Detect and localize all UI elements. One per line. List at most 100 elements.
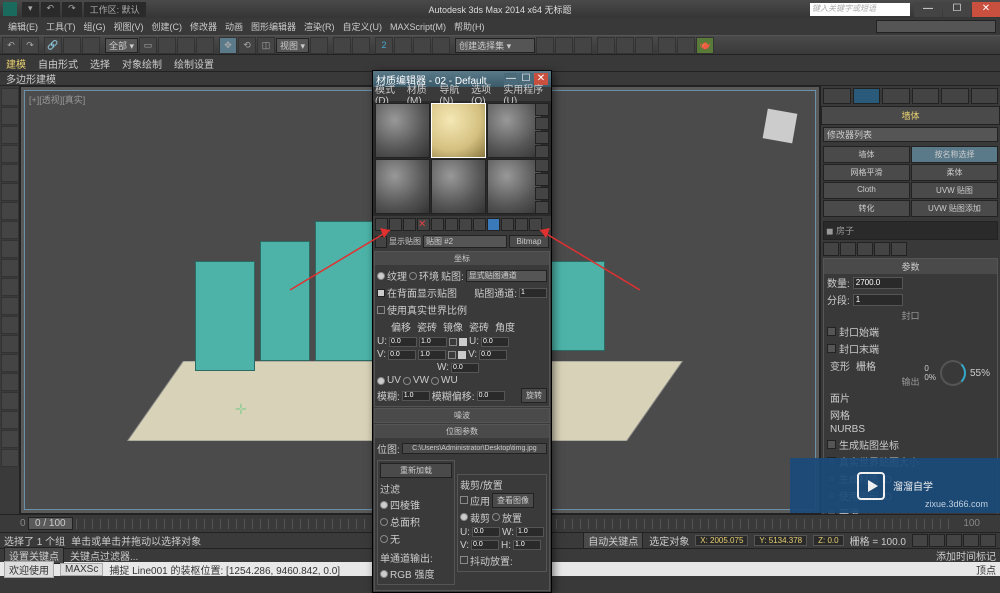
go-forward-icon[interactable] [529, 218, 542, 231]
pin-icon[interactable] [823, 242, 839, 256]
keyboard-icon[interactable] [352, 37, 370, 54]
none-radio[interactable] [380, 535, 388, 543]
tab-freeform[interactable]: 自由形式 [38, 56, 78, 71]
help-search[interactable]: 键入关键字或短语 [810, 3, 910, 16]
x-coord[interactable]: X: 2005.075 [695, 535, 748, 546]
next-frame-icon[interactable] [963, 534, 979, 547]
goto-end-icon[interactable] [980, 534, 996, 547]
sample-tool-icon[interactable] [535, 201, 549, 214]
rotate-button[interactable]: 旋转 [521, 388, 547, 403]
rgb-radio[interactable] [380, 570, 388, 578]
tool-icon[interactable] [1, 297, 19, 315]
cap-end-check[interactable] [827, 344, 836, 353]
apply-check[interactable] [460, 496, 468, 504]
menu-help[interactable]: 帮助(H) [450, 20, 489, 33]
place-radio[interactable] [492, 513, 500, 521]
sample-tool-icon[interactable] [535, 159, 549, 172]
sample-slot[interactable] [375, 103, 430, 158]
put-library-icon[interactable] [459, 218, 472, 231]
tab-paint[interactable]: 对象绘制 [122, 56, 162, 71]
sample-slot[interactable] [431, 159, 486, 214]
sample-tool-icon[interactable] [535, 117, 549, 130]
tool-icon[interactable] [1, 411, 19, 429]
v-angle[interactable]: 0.0 [479, 350, 507, 360]
maxscript-tab[interactable]: MAXSc [60, 563, 103, 576]
sample-tool-icon[interactable] [535, 103, 549, 116]
frame-indicator[interactable]: 0 / 100 [28, 517, 73, 530]
menu-create[interactable]: 创建(C) [148, 20, 187, 33]
remove-icon[interactable] [874, 242, 890, 256]
z-coord[interactable]: Z: 0.0 [813, 535, 843, 546]
material-id-icon[interactable] [473, 218, 486, 231]
workspace-combo[interactable]: 工作区: 默认 [84, 2, 146, 17]
menu-custom[interactable]: 自定义(U) [339, 20, 387, 33]
object-name[interactable]: 墙体 [821, 106, 1000, 125]
tool-icon[interactable] [1, 221, 19, 239]
snap-percent-icon[interactable] [413, 37, 431, 54]
texture-radio[interactable] [377, 272, 385, 280]
undo-icon[interactable]: ↶ [2, 37, 20, 54]
menu-edit[interactable]: 编辑(E) [4, 20, 42, 33]
mapchannel-spinner[interactable]: 1 [519, 288, 547, 298]
menu-maxscript[interactable]: MAXScript(M) [386, 22, 450, 32]
menu-group[interactable]: 组(G) [80, 20, 110, 33]
close-button[interactable]: ✕ [972, 2, 1000, 17]
window-crossing-icon[interactable] [196, 37, 214, 54]
manip-icon[interactable] [333, 37, 351, 54]
menu-modifiers[interactable]: 修改器 [186, 20, 221, 33]
mod-btn[interactable]: 墙体 [823, 146, 910, 163]
bluroff-spinner[interactable]: 0.0 [477, 391, 505, 401]
spinner-snap-icon[interactable] [432, 37, 450, 54]
crop-u[interactable]: 0.0 [472, 527, 500, 537]
rollout-header[interactable]: 位图参数 [375, 425, 549, 438]
selected-filter[interactable]: 选定对象 [649, 533, 689, 548]
tab-paint-settings[interactable]: 绘制设置 [174, 56, 214, 71]
reset-icon[interactable]: ✕ [417, 218, 430, 231]
mod-btn[interactable]: Cloth [823, 182, 910, 199]
reload-button[interactable]: 重新加载 [380, 463, 452, 478]
tool-icon[interactable] [1, 240, 19, 258]
display-tab-icon[interactable] [941, 88, 969, 104]
snap-angle-icon[interactable] [394, 37, 412, 54]
select-name-icon[interactable] [158, 37, 176, 54]
sample-slot[interactable] [487, 159, 542, 214]
gen-coords-check[interactable] [827, 440, 836, 449]
view-cube[interactable] [755, 101, 805, 151]
mirror-icon[interactable] [536, 37, 554, 54]
showback-check[interactable] [377, 289, 385, 297]
unique-icon[interactable] [857, 242, 873, 256]
config-icon[interactable] [891, 242, 907, 256]
scale-icon[interactable]: ◫ [257, 37, 275, 54]
y-coord[interactable]: Y: 5134.378 [754, 535, 807, 546]
u-tile[interactable]: 1.0 [419, 337, 447, 347]
tab-selection[interactable]: 选择 [90, 56, 110, 71]
schematic-icon[interactable] [616, 37, 634, 54]
sample-slot[interactable] [487, 103, 542, 158]
make-unique-icon[interactable] [445, 218, 458, 231]
tool-icon[interactable] [1, 88, 19, 106]
selection-filter[interactable]: 全部 ▾ [105, 38, 138, 53]
crop-w[interactable]: 1.0 [516, 527, 544, 537]
tool-icon[interactable] [1, 259, 19, 277]
rollout-header[interactable]: 坐标 [375, 252, 549, 265]
mod-btn[interactable]: 柔体 [911, 164, 998, 181]
menu-animation[interactable]: 动画 [221, 20, 247, 33]
tool-icon[interactable] [1, 164, 19, 182]
copy-icon[interactable] [431, 218, 444, 231]
minimize-button[interactable]: — [914, 2, 942, 17]
link-icon[interactable]: 🔗 [44, 37, 62, 54]
sample-tool-icon[interactable] [535, 187, 549, 200]
v-tile-chk[interactable] [458, 351, 466, 359]
menu-view[interactable]: 视图(V) [110, 20, 148, 33]
render-icon[interactable]: 🫖 [696, 37, 714, 54]
maxscript-listener[interactable] [876, 20, 996, 33]
tool-icon[interactable] [1, 373, 19, 391]
crop-h[interactable]: 1.0 [513, 540, 541, 550]
sample-slot[interactable] [375, 159, 430, 214]
tool-icon[interactable] [1, 183, 19, 201]
get-material-icon[interactable] [375, 218, 388, 231]
bind-icon[interactable] [82, 37, 100, 54]
tool-icon[interactable] [1, 145, 19, 163]
material-editor-icon[interactable] [635, 37, 653, 54]
pivot-icon[interactable] [310, 37, 328, 54]
